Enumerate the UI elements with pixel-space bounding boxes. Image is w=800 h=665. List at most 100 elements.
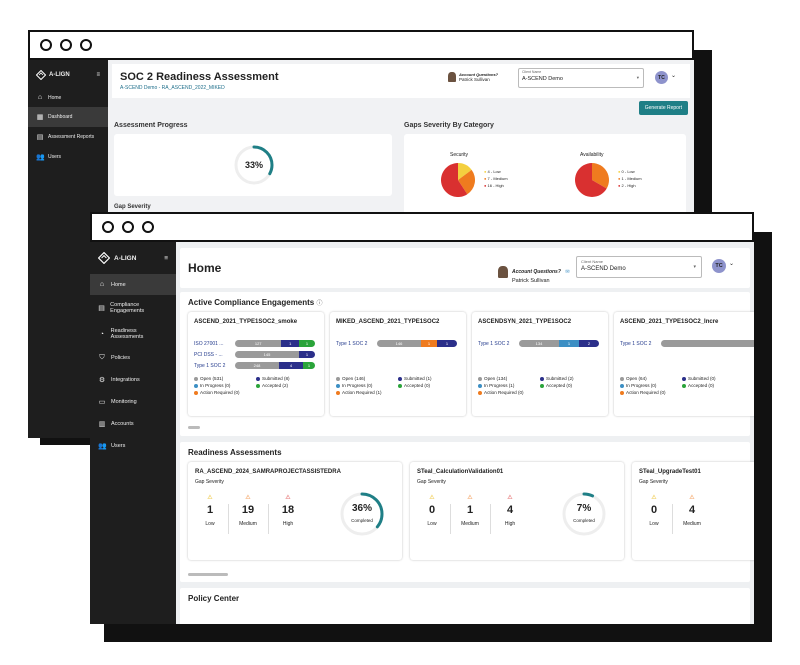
user-avatar[interactable]: TC (655, 71, 668, 84)
back-window-titlebar (28, 30, 694, 60)
legend-dot-icon (256, 376, 260, 381)
severity-label: Low (649, 521, 659, 527)
logo-icon (36, 70, 46, 80)
back-nav-home[interactable]: ⌂ Home (28, 88, 108, 107)
sidebar-item-label: Compliance Engagements (110, 302, 145, 314)
nav-label: Assessment Reports (48, 134, 95, 140)
status-legend: Open (146) Submitted (1) In Progress (0)… (336, 376, 460, 395)
sidebar-item-label: Readiness Assessments (110, 328, 144, 340)
page-title: SOC 2 Readiness Assessment (120, 71, 279, 83)
framework-progress-bar: 127 1 1 (235, 340, 315, 347)
generate-report-button[interactable]: Generate Report (638, 101, 688, 115)
framework-row[interactable]: Type 1 SOC 2 248 4 1 (194, 362, 315, 369)
window-dot-icon[interactable] (80, 39, 92, 51)
back-nav-dashboard[interactable]: ▦ Dashboard (28, 107, 108, 127)
warning-icon: ⚠ (285, 495, 291, 501)
contact-name: Patrick Sullivan (512, 278, 550, 284)
severity-label: Low (427, 521, 437, 527)
app-name: A-LIGN (114, 254, 137, 262)
back-header: SOC 2 Readiness Assessment A-SCEND Demo … (112, 64, 690, 98)
window-dot-icon[interactable] (40, 39, 52, 51)
client-select[interactable]: Client Name A-SCEND Demo ▾ (518, 68, 644, 88)
sidebar-item-policies[interactable]: ⛉ Policies (90, 347, 176, 369)
account-contact[interactable]: Account Questions? Patrick Sullivan (448, 72, 498, 82)
assessment-card[interactable]: RA_ASCEND_2024_SAMRAPROJECTASSISTEDRA Ga… (188, 462, 402, 560)
severity-label: Medium (239, 521, 257, 527)
framework-row[interactable]: ISO 27001 ... 127 1 1 (194, 340, 315, 347)
security-pie-chart (441, 163, 475, 197)
warning-icon: ⚠ (689, 495, 695, 501)
collapse-menu-icon[interactable]: ≡ (96, 72, 100, 78)
chevron-down-icon[interactable]: ⌄ (671, 72, 676, 79)
sidebar-item-users[interactable]: 👥 Users (90, 435, 176, 457)
severity-count: 18 (281, 504, 295, 516)
chevron-down-icon[interactable]: ⌄ (729, 260, 734, 267)
gap-severity-label: Gap Severity (195, 479, 224, 485)
framework-label: Type 1 SOC 2 (194, 362, 226, 369)
info-icon[interactable]: ⓘ (317, 301, 323, 307)
framework-label: Type 1 SOC 2 (336, 340, 368, 347)
user-avatar[interactable]: TC (712, 259, 726, 273)
legend-in-progress: In Progress (1) (484, 383, 515, 388)
sidebar-item-compliance-engagements[interactable]: ▤ Compliance Engagements (90, 295, 176, 321)
client-select[interactable]: Client Name A-SCEND Demo ▾ (576, 256, 702, 278)
main-content: Home Account Questions? ✉ Patrick Sulliv… (176, 242, 754, 624)
severity-medium: ⚠ 19 Medium (232, 494, 264, 527)
engagement-card[interactable]: ASCEND_2021_TYPE1SOC2_smoke ISO 27001 ..… (188, 312, 324, 416)
sidebar-item-label: Users (111, 443, 126, 449)
legend-action-required: Action Required (0) (626, 390, 666, 395)
legend-medium: 7 - Medium (487, 176, 508, 181)
legend-dot-icon (682, 383, 686, 388)
building-icon: ▥ (98, 421, 106, 428)
sidebar-item-accounts[interactable]: ▥ Accounts (90, 413, 176, 435)
engagement-name: ASCEND_2021_TYPE1SOC2_smoke (194, 319, 298, 325)
sidebar-item-integrations[interactable]: ⚙ Integrations (90, 369, 176, 391)
framework-row[interactable]: Type 1 SOC 2 134 1 2 (478, 340, 599, 347)
framework-row[interactable]: PCI DSS - ... 145 1 (194, 351, 315, 358)
window-dot-icon[interactable] (122, 221, 134, 233)
legend-action-required: Action Required (1) (342, 390, 382, 395)
document-icon: ▤ (98, 305, 105, 312)
framework-row[interactable]: Type 1 SOC 2 146 1 1 (336, 340, 457, 347)
readiness-title: Readiness Assessments (188, 448, 282, 457)
monitor-icon: ▭ (98, 399, 106, 406)
back-nav-assessment-reports[interactable]: ▤ Assessment Reports (28, 127, 108, 147)
segment-open: 146 (377, 340, 421, 347)
framework-row[interactable]: Type 1 SOC 2 (620, 340, 754, 347)
report-icon: ▤ (36, 134, 44, 141)
back-nav-users[interactable]: 👥 Users (28, 147, 108, 167)
legend-accepted: Accepted (2) (262, 383, 289, 388)
window-dot-icon[interactable] (142, 221, 154, 233)
horizontal-scrollbar[interactable] (188, 573, 228, 576)
segment-accepted: 1 (303, 362, 315, 369)
assessment-card[interactable]: STeal_UpgradeTest01 Gap Severity ⚠ 0 Low ⚠… (632, 462, 754, 560)
legend-submitted: Submitted (8) (262, 376, 290, 381)
sidebar-item-monitoring[interactable]: ▭ Monitoring (90, 391, 176, 413)
collapse-menu-icon[interactable]: ≡ (164, 255, 168, 262)
severity-label: High (282, 521, 294, 527)
legend-open: Open (531) (200, 376, 224, 381)
dashboard-icon: ▦ (36, 114, 44, 121)
sidebar-item-label: Integrations (111, 377, 140, 383)
segment-submitted: 1 (281, 340, 299, 347)
app-logo[interactable]: A-LIGN ≡ (28, 66, 108, 88)
legend-accepted: Accepted (0) (404, 383, 431, 388)
account-contact[interactable]: Account Questions? ✉ Patrick Sullivan (498, 260, 570, 284)
legend-dot-icon (620, 376, 624, 381)
engagement-card[interactable]: ASCENDSYN_2021_TYPE1SOC2 Type 1 SOC 2 13… (472, 312, 608, 416)
app-logo[interactable]: A-LIGN ≡ (90, 246, 176, 274)
sidebar-item-readiness-assessments[interactable]: ◔ Readiness Assessments (90, 321, 176, 347)
sidebar-item-home[interactable]: ⌂ Home (90, 274, 176, 295)
assessment-name: STeal_UpgradeTest01 (639, 469, 701, 475)
assessment-card[interactable]: STeal_CalculationValidation01 Gap Severi… (410, 462, 624, 560)
window-dot-icon[interactable] (102, 221, 114, 233)
sidebar: A-LIGN ≡ ⌂ Home ▤ Compliance Engagements ◔… (90, 242, 176, 624)
engagement-card[interactable]: ASCEND_2021_TYPE1SOC2_Incre Type 1 SOC 2… (614, 312, 754, 416)
horizontal-scrollbar[interactable] (188, 426, 200, 429)
engagement-card[interactable]: MIKED_ASCEND_2021_TYPE1SOC2 Type 1 SOC 2… (330, 312, 466, 416)
legend-dot-icon (620, 390, 624, 395)
legend-in-progress: In Progress (0) (200, 383, 231, 388)
sidebar-item-label: Monitoring (111, 399, 137, 405)
legend-dot-icon (478, 383, 482, 388)
window-dot-icon[interactable] (60, 39, 72, 51)
